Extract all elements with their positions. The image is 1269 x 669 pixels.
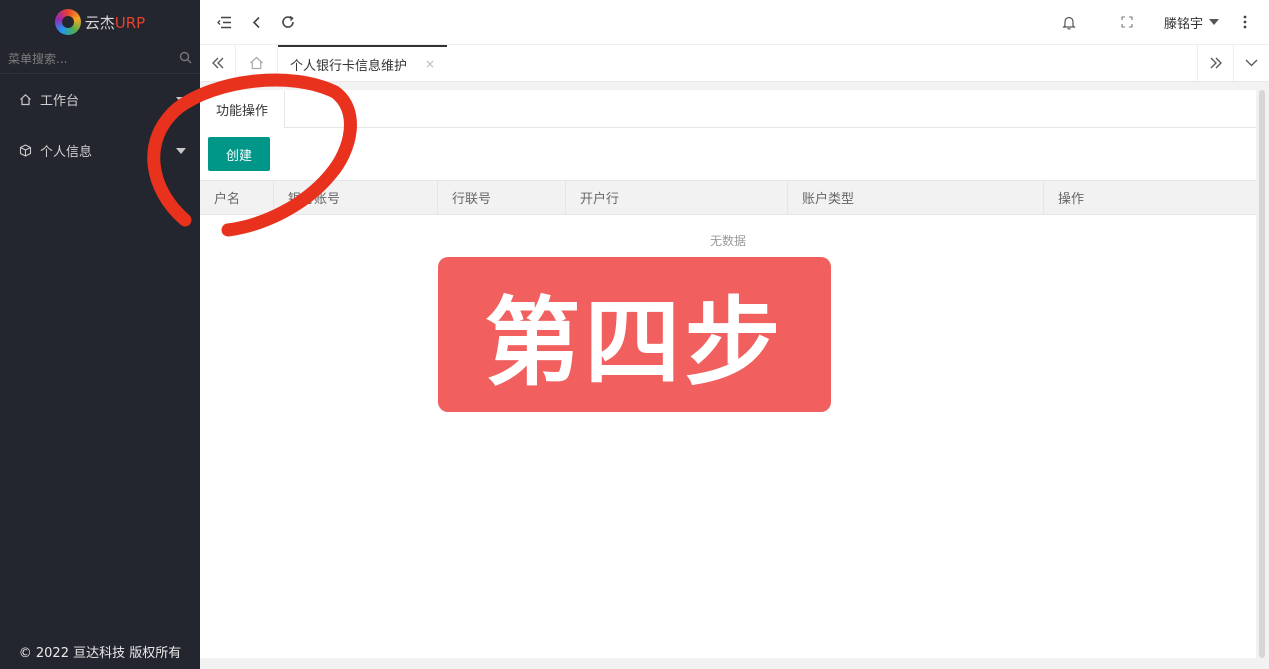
- menu-search: [0, 44, 200, 74]
- refresh-icon[interactable]: [272, 0, 304, 45]
- bell-icon[interactable]: [1044, 0, 1094, 45]
- column-header-account-name[interactable]: 户名: [200, 181, 274, 214]
- column-header-bank-code[interactable]: 行联号: [438, 181, 566, 214]
- search-icon[interactable]: [179, 51, 192, 67]
- close-icon[interactable]: ×: [425, 57, 435, 71]
- tabs-scroll-right-icon[interactable]: [1197, 45, 1233, 81]
- sidebar-item-personal-info[interactable]: 个人信息: [0, 125, 200, 176]
- page-tabs-bar: 个人银行卡信息维护 ×: [200, 45, 1269, 82]
- menu-collapse-icon[interactable]: [208, 0, 240, 45]
- cube-icon: [18, 144, 32, 158]
- menu-search-input[interactable]: [8, 51, 179, 66]
- top-bar: 滕铭宇: [200, 0, 1269, 45]
- sidebar-item-label: 个人信息: [40, 145, 93, 160]
- empty-table-message: 无数据: [709, 234, 746, 248]
- more-icon[interactable]: [1231, 0, 1259, 45]
- bank-card-table: 户名 银行账号 行联号 开户行 账户类型 操作 无数据: [200, 180, 1256, 249]
- tabs-scroll-left-icon[interactable]: [200, 45, 236, 81]
- column-header-bank-account[interactable]: 银行账号: [274, 181, 438, 214]
- back-icon[interactable]: [240, 0, 272, 45]
- logo-text-main: 云杰: [84, 13, 115, 32]
- tab-bank-card-maintenance[interactable]: 个人银行卡信息维护 ×: [278, 45, 448, 81]
- sidebar-item-label: 工作台: [40, 94, 80, 109]
- logo-icon: [54, 9, 81, 35]
- fullscreen-icon[interactable]: [1102, 0, 1152, 45]
- sidebar: 云杰URP 工作台 个人信息 © 2022 亘达科技 版权所有: [0, 0, 200, 669]
- table-header: 户名 银行账号 行联号 开户行 账户类型 操作: [200, 180, 1256, 215]
- column-header-opening-bank[interactable]: 开户行: [566, 181, 788, 214]
- home-icon: [18, 93, 32, 107]
- home-tab-icon[interactable]: [236, 45, 278, 81]
- user-name: 滕铭宇: [1163, 16, 1203, 32]
- step-annotation-label: 第四步: [438, 257, 831, 412]
- sidebar-item-workbench[interactable]: 工作台: [0, 74, 200, 125]
- user-menu[interactable]: 滕铭宇: [1160, 13, 1223, 32]
- vertical-scrollbar[interactable]: [1259, 90, 1265, 658]
- column-header-actions[interactable]: 操作: [1044, 181, 1256, 214]
- create-button[interactable]: 创建: [208, 137, 270, 171]
- chevron-down-icon: [176, 96, 186, 103]
- tab-function-operations[interactable]: 功能操作: [200, 91, 286, 128]
- chevron-down-icon: [1209, 19, 1219, 25]
- app-logo[interactable]: 云杰URP: [0, 0, 200, 44]
- tab-label: 个人银行卡信息维护: [290, 58, 408, 74]
- function-tabs: 功能操作: [200, 90, 1256, 128]
- tabs-dropdown-icon[interactable]: [1233, 45, 1269, 81]
- copyright-text: © 2022 亘达科技 版权所有: [18, 646, 182, 661]
- chevron-down-icon: [176, 147, 186, 154]
- column-header-account-type[interactable]: 账户类型: [788, 181, 1044, 214]
- logo-text-accent: URP: [114, 13, 146, 32]
